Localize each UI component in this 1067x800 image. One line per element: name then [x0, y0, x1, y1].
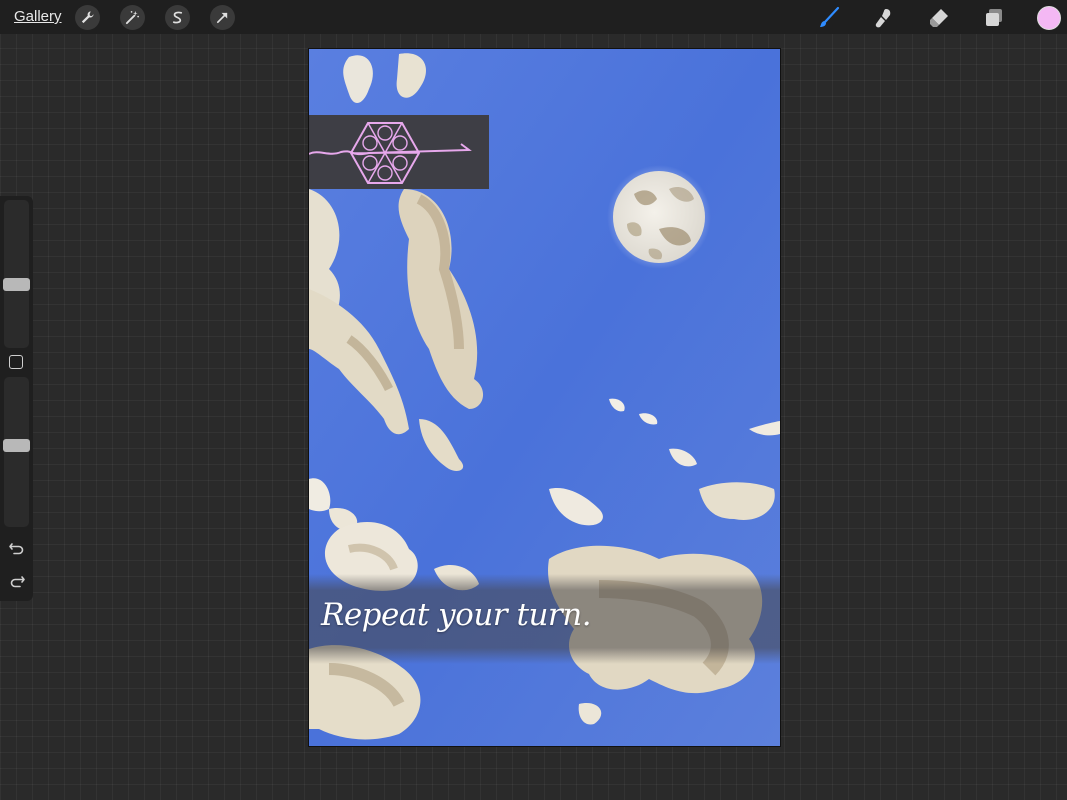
opacity-slider[interactable]	[4, 377, 29, 527]
card-caption: Repeat your turn.	[321, 597, 592, 633]
brush-size-thumb[interactable]	[3, 278, 30, 292]
artwork	[309, 49, 780, 746]
brush-tool-button[interactable]	[815, 4, 843, 32]
magic-wand-icon	[125, 10, 139, 25]
modify-button[interactable]	[9, 355, 23, 369]
drawing-canvas[interactable]: Repeat your turn.	[309, 49, 780, 746]
opacity-thumb[interactable]	[3, 438, 30, 452]
gallery-button[interactable]: Gallery	[14, 8, 62, 25]
wrench-icon	[81, 11, 94, 24]
redo-icon[interactable]	[8, 572, 26, 590]
ornament-banner	[309, 115, 489, 189]
eraser-tool-button[interactable]	[925, 4, 953, 32]
color-picker-button[interactable]	[1037, 6, 1061, 30]
smudge-icon	[875, 9, 891, 28]
smudge-tool-button[interactable]	[870, 4, 898, 32]
left-sidebar	[0, 196, 33, 601]
eraser-icon	[930, 9, 948, 27]
brush-icon	[820, 6, 840, 27]
actions-button[interactable]	[75, 5, 100, 30]
layers-button[interactable]	[980, 4, 1008, 32]
top-toolbar: Gallery	[0, 0, 1067, 34]
selection-icon	[172, 11, 183, 24]
brush-size-slider[interactable]	[4, 200, 29, 348]
layers-icon	[986, 9, 1002, 26]
transform-arrow-icon	[216, 12, 228, 24]
selection-button[interactable]	[165, 5, 190, 30]
adjustments-button[interactable]	[120, 5, 145, 30]
transform-button[interactable]	[210, 5, 235, 30]
moon	[607, 165, 711, 269]
undo-icon[interactable]	[8, 539, 26, 557]
